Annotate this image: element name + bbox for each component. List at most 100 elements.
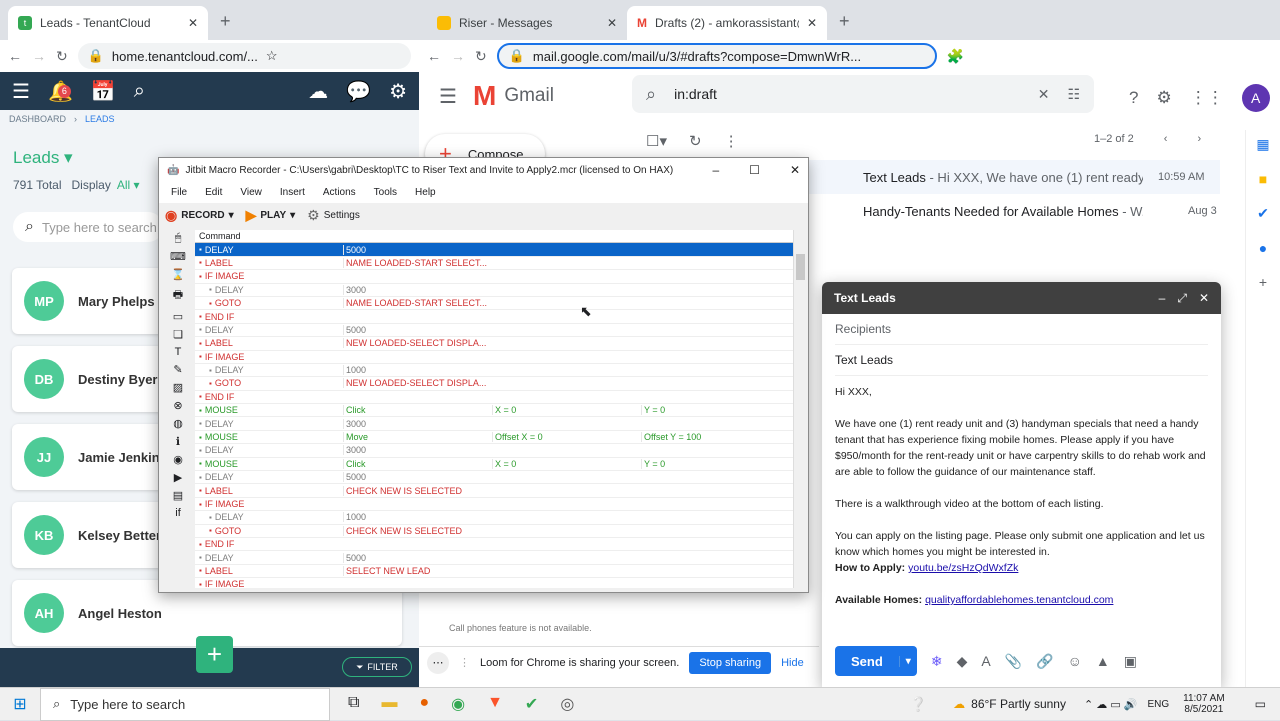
macro-command-row[interactable]: ▪ LABEL CHECK NEW IS SELECTED (195, 484, 793, 498)
back-icon[interactable]: ← (427, 48, 441, 64)
tab-riser[interactable]: Riser - Messages ✕ (427, 6, 627, 40)
macro-command-row[interactable]: ▪ DELAY 1000 (195, 364, 793, 378)
close-icon[interactable]: ✕ (1199, 291, 1209, 306)
macro-command-row[interactable]: ▪ DELAY 3000 (195, 417, 793, 431)
macro-command-row[interactable]: ▪ LABEL NAME LOADED-START SELECT... (195, 257, 793, 271)
tab-tenantcloud[interactable]: t Leads - TenantCloud ✕ (8, 6, 208, 40)
apply-link[interactable]: youtu.be/zsHzQdWxfZk (908, 562, 1018, 574)
macro-command-row[interactable]: ▪ END IF (195, 310, 793, 324)
page-title[interactable]: Leads ▾ (13, 148, 73, 168)
menu-item[interactable]: Insert (280, 187, 305, 198)
macro-command-row[interactable]: ▪ DELAY 3000 (195, 444, 793, 458)
add-addon-icon[interactable]: + (1259, 274, 1267, 290)
macro-command-row[interactable]: ▪ DELAY 1000 (195, 511, 793, 525)
text-icon[interactable]: T (175, 346, 182, 358)
image-icon[interactable]: ▨ (173, 381, 183, 394)
macro-command-row[interactable]: ▪ IF IMAGE (195, 270, 793, 284)
new-tab-icon[interactable]: + (220, 11, 231, 32)
close-icon[interactable]: ✕ (790, 163, 800, 177)
globe-icon[interactable]: ◉ (173, 453, 183, 466)
brave-icon[interactable]: ▼ (487, 694, 503, 714)
macro-command-row[interactable]: ▪ MOUSE Move Offset X = 0 Offset Y = 100 (195, 431, 793, 445)
left-url-bar[interactable]: 🔒 home.tenantcloud.com/... ☆ (77, 43, 411, 69)
snowflake-icon[interactable]: ❄ (931, 653, 943, 670)
chrome-icon[interactable]: ◉ (451, 694, 465, 714)
if-icon[interactable]: if (175, 507, 181, 519)
macro-command-row[interactable]: ▪ LABEL SELECT NEW LEAD (195, 565, 793, 579)
reload-icon[interactable]: ↻ (475, 48, 487, 65)
notifications-icon[interactable]: 🔔6 (48, 79, 73, 104)
homes-link[interactable]: qualityaffordablehomes.tenantcloud.com (925, 594, 1113, 606)
macro-command-row[interactable]: ▪ DELAY 5000 (195, 471, 793, 485)
menu-item[interactable]: File (171, 187, 187, 198)
search-options-icon[interactable]: ☷ (1067, 86, 1080, 103)
settings-button[interactable]: ⚙ Settings (307, 207, 360, 224)
macro-command-row[interactable]: ▪ MOUSE Click X = 0 Y = 0 (195, 458, 793, 472)
macro-command-row[interactable]: ▪ IF IMAGE (195, 578, 793, 588)
more-icon[interactable]: ⋮ (724, 132, 739, 150)
clear-search-icon[interactable]: ✕ (1038, 86, 1050, 103)
tab-gmail-drafts[interactable]: M Drafts (2) - amkorassistant@gm... ✕ (627, 6, 827, 40)
print-icon[interactable]: 🖶 (173, 286, 183, 305)
next-page-icon[interactable]: › (1197, 133, 1201, 145)
keep-icon[interactable]: ■ (1259, 171, 1267, 187)
account-avatar[interactable]: A (1241, 84, 1270, 112)
menu-item[interactable]: View (240, 187, 262, 198)
help-taskbar-icon[interactable]: ❔ (910, 696, 927, 713)
notifications-icon[interactable]: ▭ (1255, 697, 1266, 711)
hamburger-menu-icon[interactable]: ☰ (12, 79, 30, 104)
gmail-search-input[interactable]: ⌕ in:draft ✕ ☷ (632, 75, 1094, 113)
web-icon[interactable]: ◍ (173, 417, 183, 430)
delay-icon[interactable]: ⌛ (171, 268, 185, 281)
calendar-icon[interactable]: ▦ (1256, 136, 1269, 153)
send-options-icon[interactable]: ▾ (898, 655, 917, 667)
macro-command-row[interactable]: ▪ DELAY 3000 (195, 284, 793, 297)
extensions-icon[interactable]: 🧩 (947, 48, 964, 65)
menu-item[interactable]: Edit (205, 187, 222, 198)
prev-page-icon[interactable]: ‹ (1164, 133, 1168, 145)
forward-icon[interactable]: → (451, 48, 465, 64)
display-filter[interactable]: All ▾ (117, 178, 140, 192)
pen-icon[interactable]: ✎ (173, 363, 182, 376)
taskbar-search-input[interactable]: ⌕ Type here to search (40, 687, 330, 721)
gmail-logo[interactable]: M Gmail (473, 80, 554, 112)
gmail-menu-icon[interactable]: ☰ (439, 84, 457, 109)
minimize-icon[interactable]: – (1159, 291, 1166, 306)
macro-recorder-taskbar-icon[interactable]: ◎ (560, 694, 574, 714)
emoji-icon[interactable]: ☺ (1068, 653, 1082, 669)
window-icon[interactable]: ▭ (173, 310, 183, 323)
new-tab-icon[interactable]: + (839, 11, 850, 32)
help-icon[interactable]: ? (1129, 88, 1138, 108)
stop-icon[interactable]: ⊗ (173, 399, 182, 412)
file-icon[interactable]: ▤ (173, 489, 183, 502)
macro-command-row[interactable]: ▪ IF IMAGE (195, 351, 793, 364)
macro-command-row[interactable]: ▪ DELAY 5000 (195, 551, 793, 565)
maximize-icon[interactable]: ☐ (749, 163, 760, 177)
close-tab-icon[interactable]: ✕ (188, 16, 198, 30)
play-button[interactable]: ▶ PLAY ▾ (246, 207, 296, 224)
select-checkbox[interactable]: ☐▾ (646, 132, 667, 150)
mouse-icon[interactable]: 🖱 (175, 232, 182, 245)
recipients-field[interactable]: Recipients (835, 314, 1208, 345)
subject-field[interactable]: Text Leads (835, 345, 1208, 376)
windows-start-icon[interactable]: ⊞ (0, 694, 40, 714)
link-icon[interactable]: 🔗 (1036, 653, 1053, 670)
run-icon[interactable]: ▶ (174, 471, 182, 484)
format-text-icon[interactable]: A (981, 653, 990, 669)
menu-item[interactable]: Help (415, 187, 436, 198)
hide-button[interactable]: Hide (781, 657, 804, 669)
macro-command-row[interactable]: ▪ END IF (195, 538, 793, 552)
clock[interactable]: 11:07 AM 8/5/2021 (1183, 693, 1225, 715)
macro-command-row[interactable]: ▪ IF IMAGE (195, 498, 793, 512)
grid-scrollbar[interactable] (793, 230, 807, 588)
more-icon[interactable]: ⋯ (427, 651, 449, 674)
macro-command-row[interactable]: ▪ GOTO CHECK NEW IS SELECTED (195, 525, 793, 538)
cloud-download-icon[interactable]: ☁ (308, 79, 328, 104)
macro-command-row[interactable]: ▪ MOUSE Click X = 0 Y = 0 (195, 404, 793, 418)
attach-icon[interactable]: 📎 (1005, 653, 1022, 670)
file-explorer-icon[interactable]: ▬ (381, 694, 397, 714)
macro-command-row[interactable]: ▪ GOTO NAME LOADED-START SELECT... (195, 297, 793, 311)
menu-item[interactable]: Actions (323, 187, 356, 198)
reload-icon[interactable]: ↻ (56, 48, 68, 65)
compose-body[interactable]: Hi XXX, We have one (1) rent ready unit … (822, 376, 1221, 616)
